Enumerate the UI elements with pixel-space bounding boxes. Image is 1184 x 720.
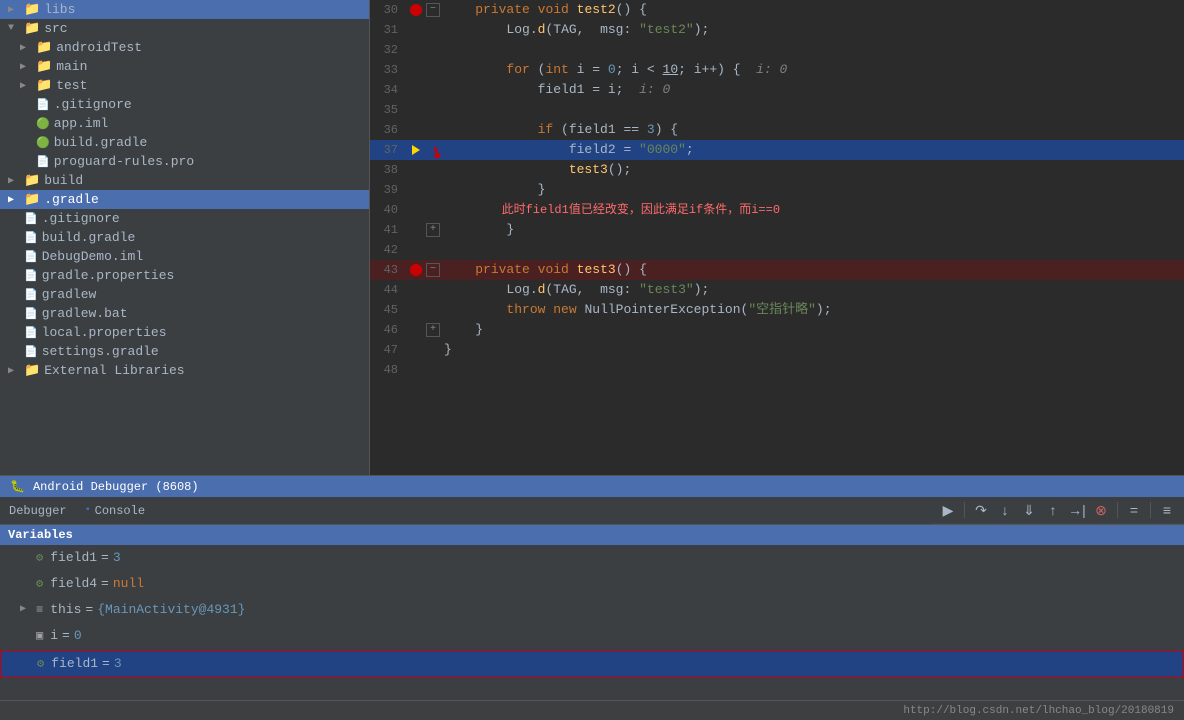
var-this: ▶ ≡ this = {MainActivity@4931} xyxy=(0,597,1184,623)
sidebar-item-main[interactable]: ▶ 📁 main xyxy=(0,57,369,76)
fold-46[interactable]: + xyxy=(426,323,440,337)
sidebar-item-proguard[interactable]: 📄 proguard-rules.pro xyxy=(0,152,369,171)
sidebar-item-gitignore-app[interactable]: 📄 .gitignore xyxy=(0,95,369,114)
variables-section: Variables ⚙ field1 = 3 ⚙ field4 = null ▶… xyxy=(0,525,1184,700)
sidebar-item-debugdemo-iml[interactable]: 📄 DebugDemo.iml xyxy=(0,247,369,266)
code-line-31: 31 Log.d(TAG, msg: "test2"); xyxy=(370,20,1184,40)
sidebar-item-test[interactable]: ▶ 📁 test xyxy=(0,76,369,95)
debug-pointer xyxy=(412,145,420,155)
fold-43[interactable]: − xyxy=(426,263,440,277)
code-line-42: 42 xyxy=(370,240,1184,260)
sidebar-item-libs[interactable]: ▶ 📁 libs xyxy=(0,0,369,19)
sidebar-item-src[interactable]: ▼ 📁 src xyxy=(0,19,369,38)
sidebar-item-app-iml[interactable]: 🟢 app.iml xyxy=(0,114,369,133)
code-line-44: 44 Log.d(TAG, msg: "test3"); xyxy=(370,280,1184,300)
variables-header: Variables xyxy=(0,525,1184,545)
debugger-title-bar: 🐛 Android Debugger (8608) xyxy=(0,476,1184,497)
sidebar-item-gitignore-root[interactable]: 📄 .gitignore xyxy=(0,209,369,228)
breakpoint-43[interactable] xyxy=(410,264,422,276)
btn-stop[interactable]: ⊗ xyxy=(1090,499,1112,521)
var-field4: ⚙ field4 = null xyxy=(0,571,1184,597)
btn-step-out[interactable]: ↑ xyxy=(1042,499,1064,521)
code-line-36: 36 if (field1 == 3) { xyxy=(370,120,1184,140)
var-i: ▣ i = 0 xyxy=(0,623,1184,649)
code-line-32: 32 xyxy=(370,40,1184,60)
fold-41[interactable]: + xyxy=(426,223,440,237)
var-field1-highlighted: ⚙ field1 = 3 xyxy=(0,650,1184,678)
tab-debugger[interactable]: Debugger xyxy=(0,501,76,521)
code-line-38: 38 test3(); xyxy=(370,160,1184,180)
code-line-40: 40 此时field1值已经改变，因此满足if条件，而i==0 xyxy=(370,200,1184,220)
code-line-33: 33 for (int i = 0; i < 10; i++) { i: 0 xyxy=(370,60,1184,80)
code-line-43: 43 − private void test3() { xyxy=(370,260,1184,280)
btn-run-cursor[interactable]: →| xyxy=(1066,499,1088,521)
code-line-34: 34 field1 = i; i: 0 xyxy=(370,80,1184,100)
sidebar-item-external-libraries[interactable]: ▶ 📁 External Libraries xyxy=(0,361,369,380)
code-line-46: 46 + } xyxy=(370,320,1184,340)
debugger-title: Android Debugger (8608) xyxy=(33,480,199,494)
sidebar-item-settings-gradle[interactable]: 📄 settings.gradle xyxy=(0,342,369,361)
var-field1-first: ⚙ field1 = 3 xyxy=(0,545,1184,571)
code-line-41: 41 + } xyxy=(370,220,1184,240)
sidebar-item-local-properties[interactable]: 📄 local.properties xyxy=(0,323,369,342)
sidebar-item-build-gradle-root[interactable]: 📄 build.gradle xyxy=(0,228,369,247)
btn-step-into[interactable]: ↓ xyxy=(994,499,1016,521)
code-line-37: 37 ↘ field2 = "0000"; xyxy=(370,140,1184,160)
sidebar-item-gradle-properties[interactable]: 📄 gradle.properties xyxy=(0,266,369,285)
sidebar-item-androidtest[interactable]: ▶ 📁 androidTest xyxy=(0,38,369,57)
debugger-toolbar: ▶ ↷ ↓ ⇓ ↑ →| ⊗ = ≡ xyxy=(931,497,1184,524)
fold-30[interactable]: − xyxy=(426,3,440,17)
sidebar-item-build[interactable]: ▶ 📁 build xyxy=(0,171,369,190)
sidebar-item-gradlew-bat[interactable]: 📄 gradlew.bat xyxy=(0,304,369,323)
file-tree[interactable]: ▶ 📁 libs ▼ 📁 src ▶ 📁 androidTest ▶ 📁 mai… xyxy=(0,0,370,475)
btn-frames[interactable]: ≡ xyxy=(1156,499,1178,521)
btn-resume[interactable]: ▶ xyxy=(937,499,959,521)
code-line-39: 39 } xyxy=(370,180,1184,200)
code-line-47: 47 } xyxy=(370,340,1184,360)
breakpoint-30[interactable] xyxy=(410,4,422,16)
sidebar-item-gradlew[interactable]: 📄 gradlew xyxy=(0,285,369,304)
status-url: http://blog.csdn.net/lhchao_blog/2018081… xyxy=(903,705,1174,717)
sidebar-item-gradle[interactable]: ▶ 📁 .gradle xyxy=(0,190,369,209)
code-line-45: 45 throw new NullPointerException("空指针略"… xyxy=(370,300,1184,320)
sidebar-item-build-gradle-app[interactable]: 🟢 build.gradle xyxy=(0,133,369,152)
btn-force-step[interactable]: ⇓ xyxy=(1018,499,1040,521)
code-editor: 30 − private void test2() { 31 Log.d(TAG… xyxy=(370,0,1184,475)
btn-step-over[interactable]: ↷ xyxy=(970,499,992,521)
debugger-tabs-row: Debugger ▪ Console ▶ ↷ ↓ ⇓ ↑ →| ⊗ = ≡ xyxy=(0,497,1184,525)
status-bar: http://blog.csdn.net/lhchao_blog/2018081… xyxy=(0,700,1184,720)
code-line-48: 48 xyxy=(370,360,1184,380)
code-line-35: 35 xyxy=(370,100,1184,120)
tab-console[interactable]: ▪ Console xyxy=(76,501,154,521)
btn-evaluate[interactable]: = xyxy=(1123,499,1145,521)
code-line-30: 30 − private void test2() { xyxy=(370,0,1184,20)
debugger-panel: 🐛 Android Debugger (8608) Debugger ▪ Con… xyxy=(0,475,1184,700)
